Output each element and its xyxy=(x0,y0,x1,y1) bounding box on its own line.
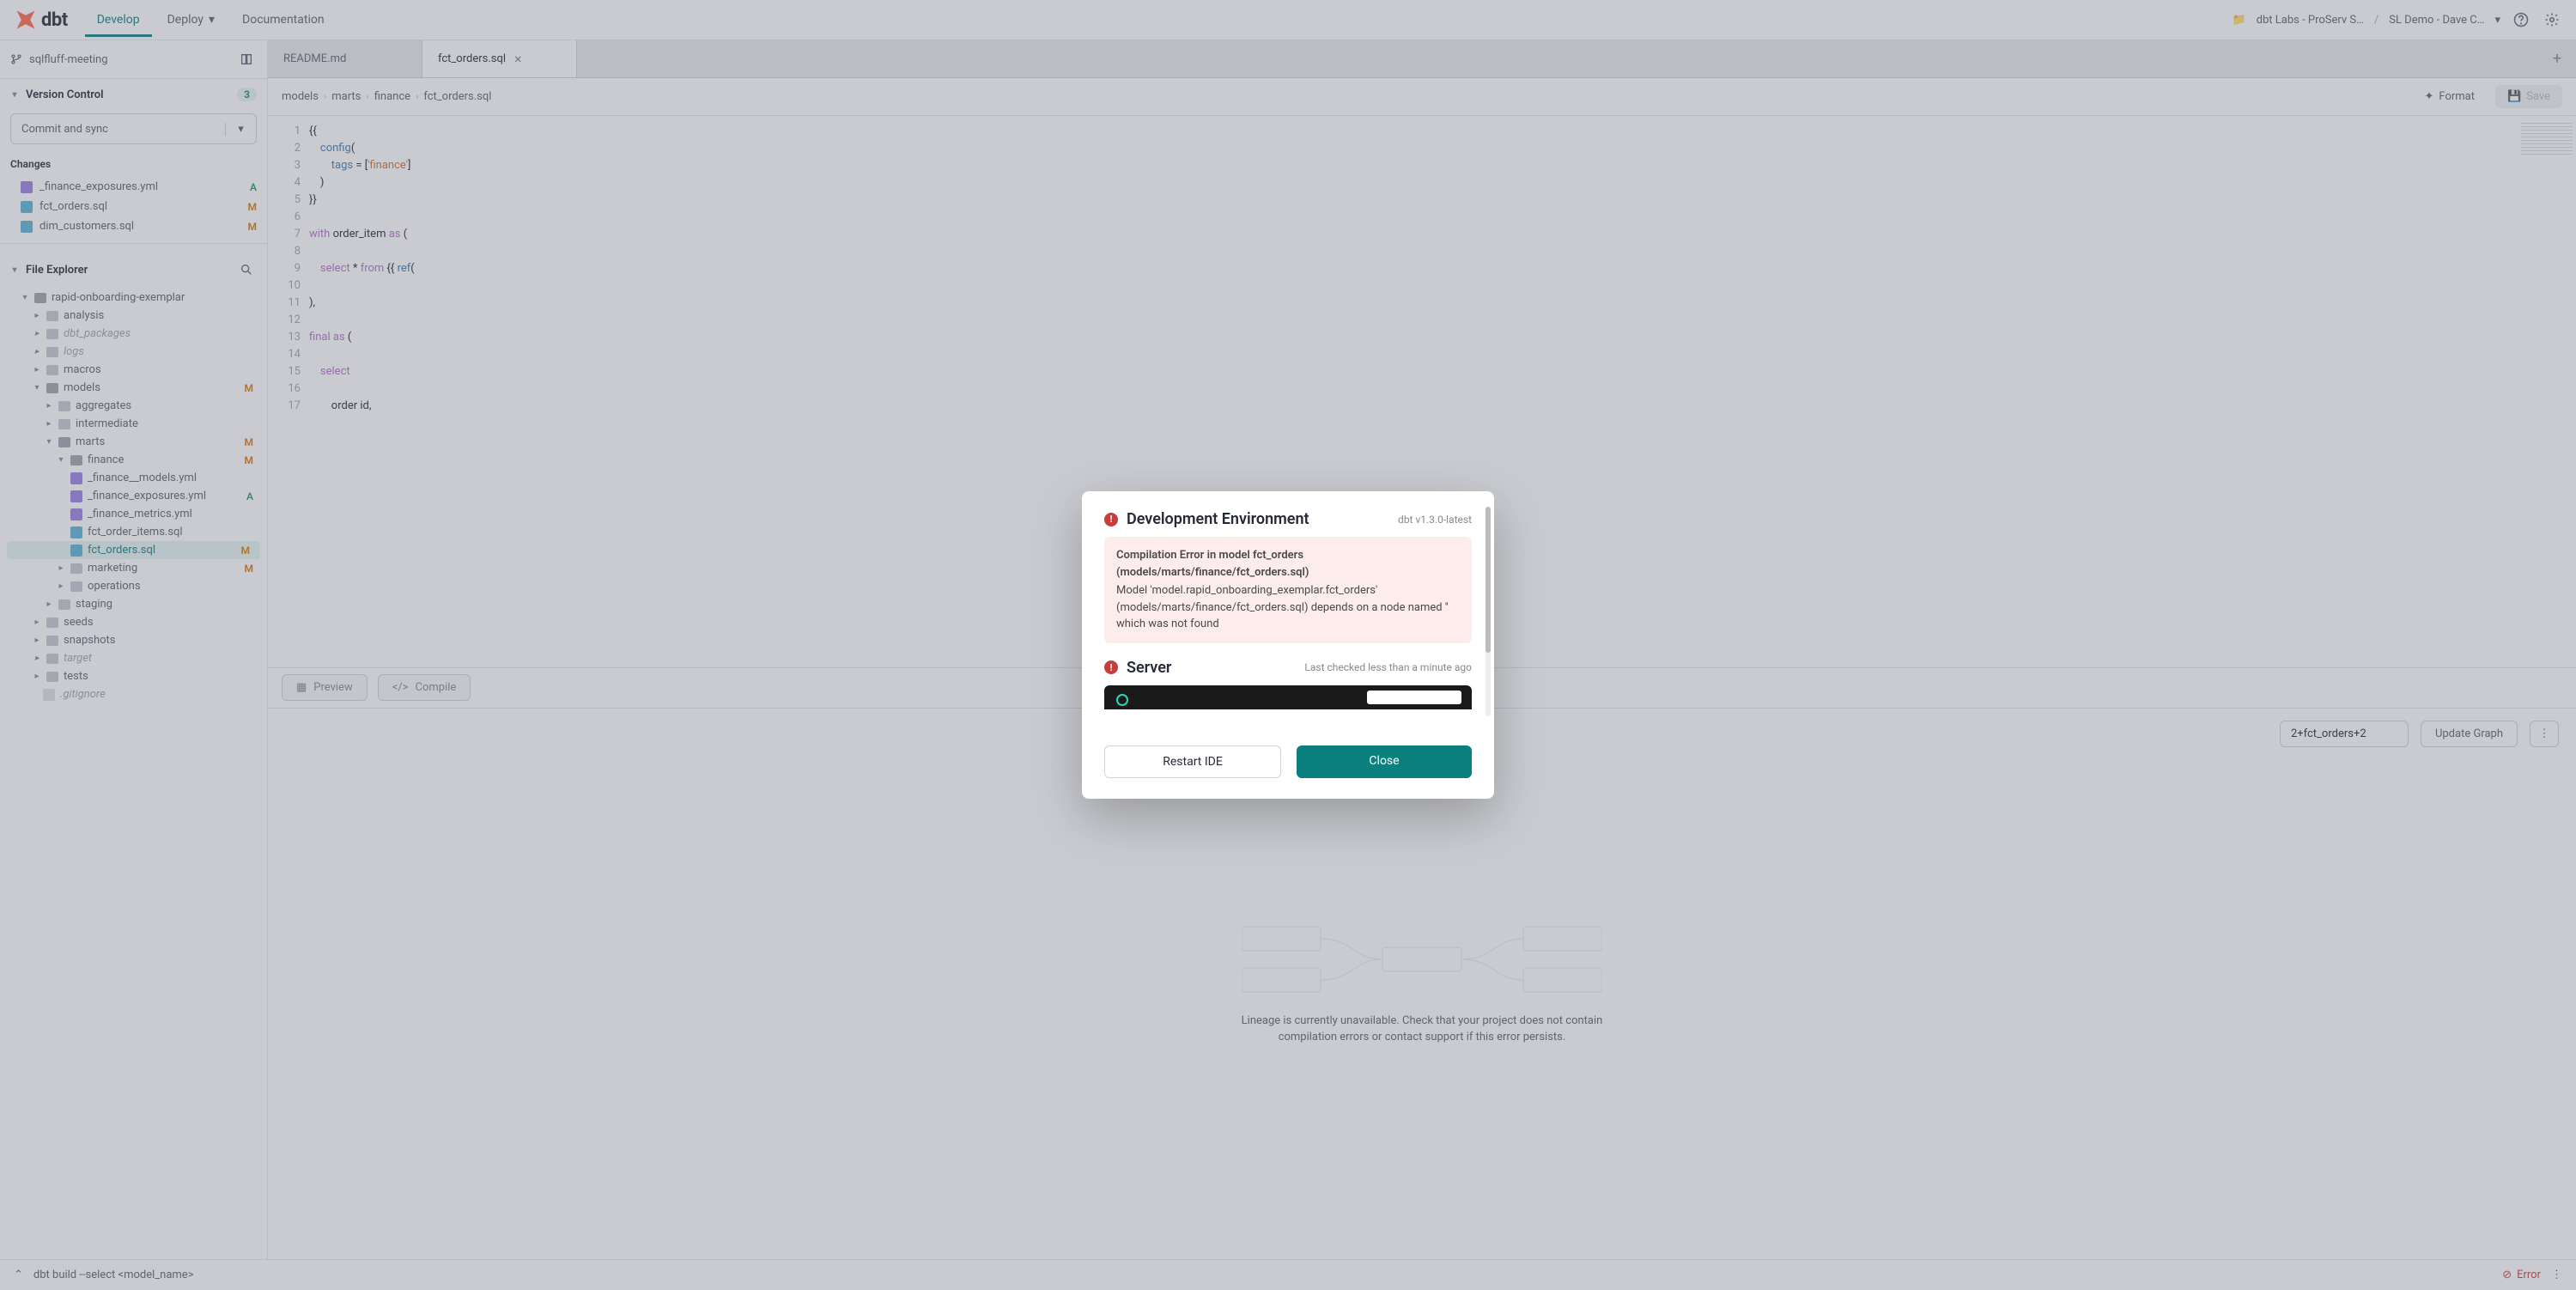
environment-modal: ! Development Environment dbt v1.3.0-lat… xyxy=(1082,491,1494,799)
dev-env-title: Development Environment xyxy=(1127,510,1389,528)
error-icon: ! xyxy=(1104,513,1118,526)
server-last-checked: Last checked less than a minute ago xyxy=(1304,661,1472,673)
close-button[interactable]: Close xyxy=(1297,745,1472,778)
server-preview xyxy=(1104,685,1472,709)
restart-ide-button[interactable]: Restart IDE xyxy=(1104,745,1281,778)
error-icon: ! xyxy=(1104,660,1118,674)
error-body: Model 'model.rapid_onboarding_exemplar.f… xyxy=(1116,584,1449,630)
server-title: Server xyxy=(1127,659,1296,677)
dbt-version: dbt v1.3.0-latest xyxy=(1398,514,1472,526)
error-heading: Compilation Error in model fct_orders (m… xyxy=(1116,547,1460,581)
scrollbar-thumb[interactable] xyxy=(1485,507,1491,653)
modal-overlay[interactable]: ! Development Environment dbt v1.3.0-lat… xyxy=(0,0,2576,1290)
compilation-error-box: Compilation Error in model fct_orders (m… xyxy=(1104,537,1472,643)
